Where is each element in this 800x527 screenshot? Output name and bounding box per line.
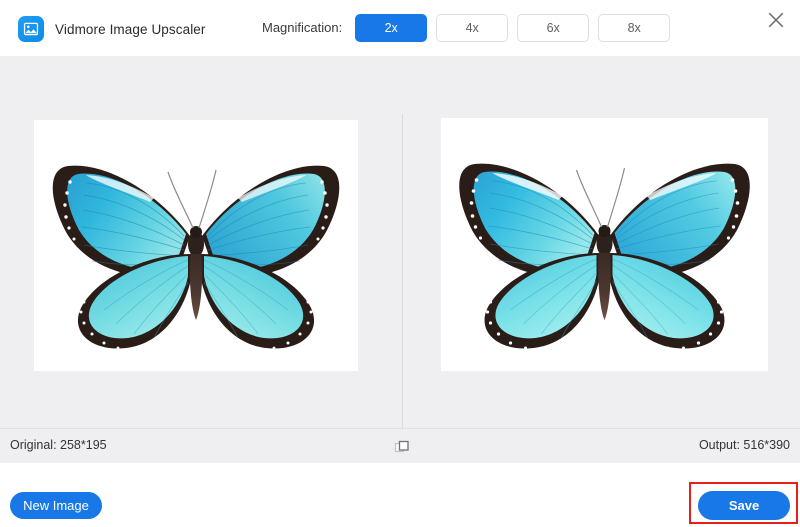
- magnification-label: Magnification:: [262, 13, 342, 43]
- image-upscaler-window: Vidmore Image Upscaler Magnification: 2x…: [0, 0, 800, 527]
- magnification-option-4x[interactable]: 4x: [436, 14, 508, 42]
- app-footer: New Image Save: [0, 463, 800, 527]
- upscaled-image-preview[interactable]: [441, 118, 768, 371]
- compare-windows-icon[interactable]: [392, 437, 412, 456]
- output-size-label: Output: 516*390: [699, 438, 790, 452]
- brand: Vidmore Image Upscaler: [18, 16, 206, 42]
- magnification-option-6x[interactable]: 6x: [517, 14, 589, 42]
- magnification-control: Magnification: 2x 4x 6x 8x: [262, 13, 679, 43]
- magnification-option-8x[interactable]: 8x: [598, 14, 670, 42]
- magnification-option-2x[interactable]: 2x: [355, 14, 427, 42]
- save-button[interactable]: Save: [698, 491, 790, 520]
- new-image-button[interactable]: New Image: [10, 492, 102, 519]
- image-photo-icon: [18, 16, 44, 42]
- status-bar: Original: 258*195 Output: 516*390: [0, 428, 800, 463]
- app-header: Vidmore Image Upscaler Magnification: 2x…: [0, 0, 800, 56]
- original-pane: [0, 56, 402, 428]
- app-title: Vidmore Image Upscaler: [55, 22, 206, 37]
- preview-area: [0, 56, 800, 428]
- original-image-preview[interactable]: [34, 120, 358, 371]
- upscaled-pane: [403, 56, 800, 428]
- original-size-label: Original: 258*195: [10, 438, 107, 452]
- close-icon[interactable]: [761, 5, 791, 35]
